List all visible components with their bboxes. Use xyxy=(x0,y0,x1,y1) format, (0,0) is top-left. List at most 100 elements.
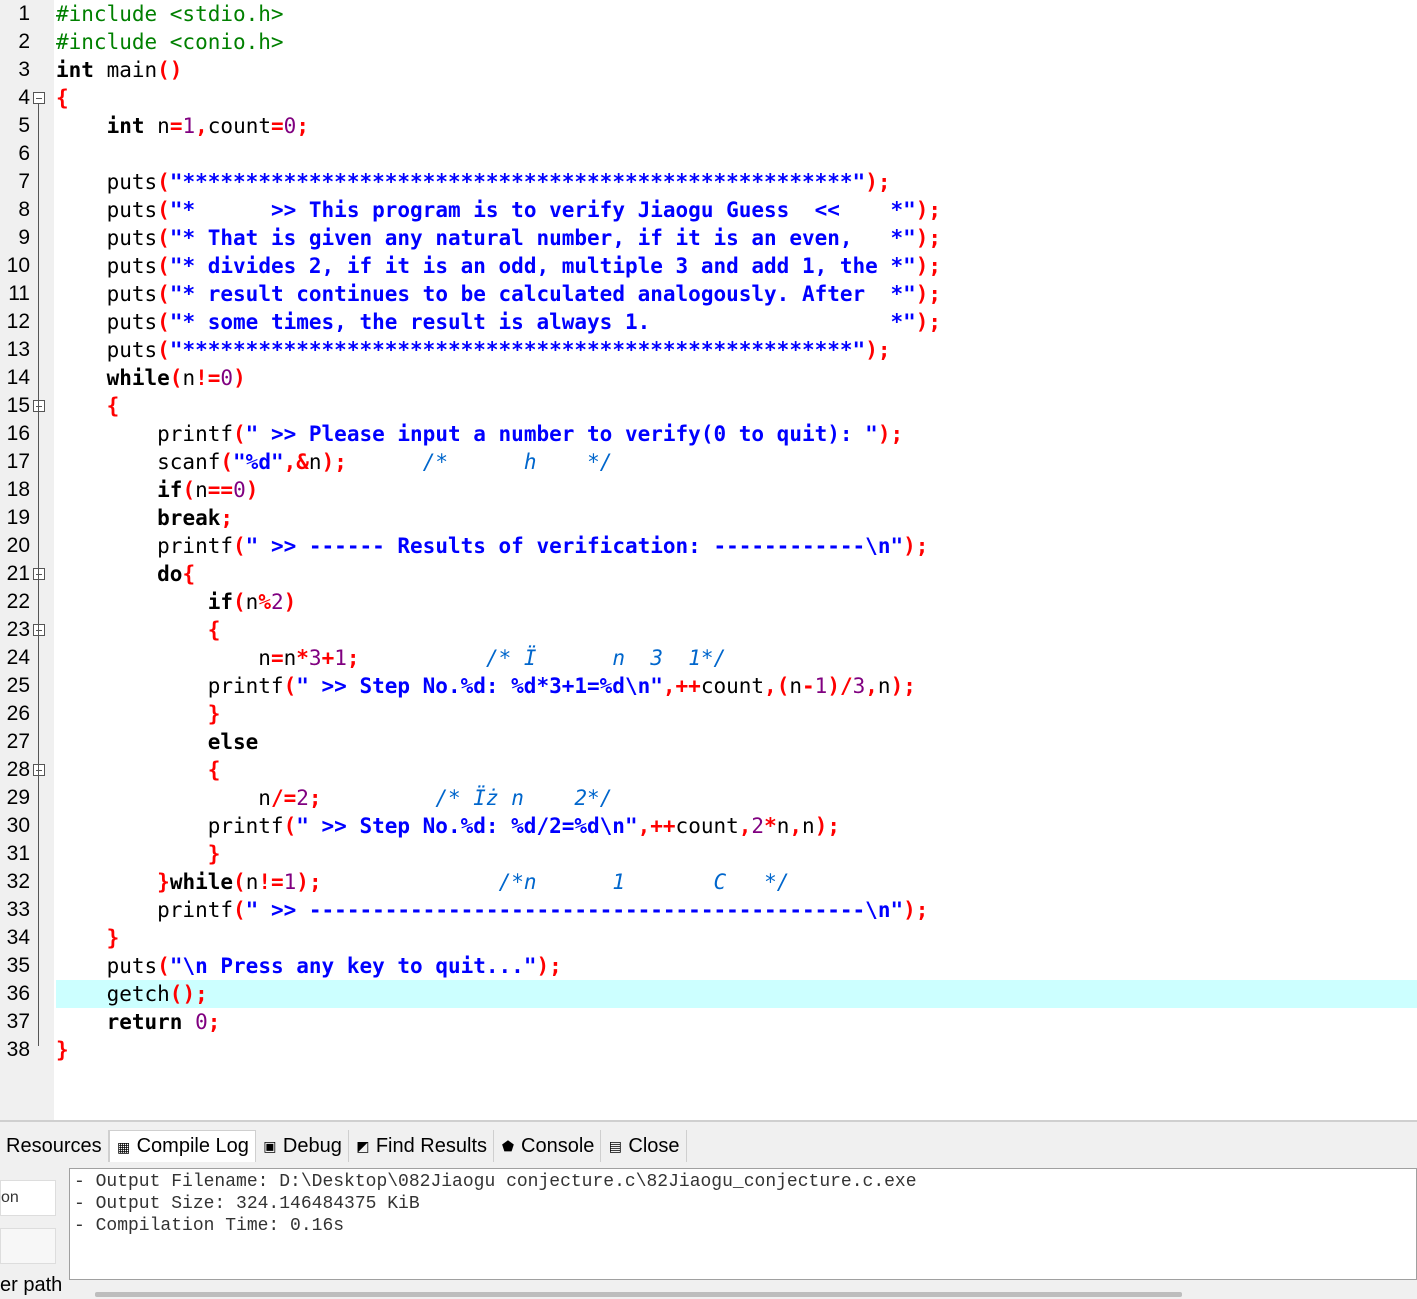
code-line[interactable]: int main() xyxy=(56,56,182,84)
code-line[interactable]: puts("* >> This program is to verify Jia… xyxy=(56,196,942,224)
tab-find-results[interactable]: ◩ Find Results xyxy=(349,1130,494,1162)
code-line[interactable]: puts("**********************************… xyxy=(56,336,891,364)
code-line[interactable]: int n=1,count=0; xyxy=(56,112,309,140)
tab-label: Console xyxy=(521,1134,595,1157)
code-token: (); xyxy=(169,982,208,1006)
code-token: ); xyxy=(296,870,322,894)
line-number: 10 xyxy=(6,254,30,277)
line-number: 16 xyxy=(6,422,30,445)
code-token: main xyxy=(93,58,158,82)
code-token: ) xyxy=(283,590,297,614)
line-number: 36 xyxy=(6,982,30,1005)
code-line[interactable]: n=n*3+1; /* Ï n 3 1*/ xyxy=(56,644,726,672)
tab-label: Close xyxy=(628,1134,680,1157)
code-token: ); xyxy=(915,310,942,334)
left-panel-field-2[interactable] xyxy=(0,1228,56,1264)
line-number: 1 xyxy=(18,2,30,25)
code-token: /= xyxy=(270,786,297,810)
code-token: ( xyxy=(233,870,246,894)
code-token: ,++ xyxy=(662,674,701,698)
code-token: n xyxy=(195,478,208,502)
code-line[interactable]: #include <conio.h> xyxy=(56,28,284,56)
code-line[interactable]: puts("* divides 2, if it is an odd, mult… xyxy=(56,252,942,280)
code-editor[interactable]: 1 2 3 4 5 6 7 8 9 10 11 12 13 14 15 16 17 18 19 20 21 22 23 24 2… xyxy=(0,0,1417,1120)
code-line[interactable]: puts("* That is given any natural number… xyxy=(56,224,942,252)
code-token: n xyxy=(56,646,271,670)
bottom-panel: Resources ▦ Compile Log ▣ Debug ◩ Find Results… xyxy=(0,1120,1417,1299)
code-line[interactable]: puts("\n Press any key to quit..."); xyxy=(56,952,562,980)
code-token: n xyxy=(283,646,297,670)
code-token: "* result continues to be calculated ana… xyxy=(169,282,916,306)
code-line[interactable]: getch(); xyxy=(56,980,208,1008)
code-token: ,( xyxy=(764,674,790,698)
code-line[interactable]: } xyxy=(56,700,221,728)
code-line[interactable]: { xyxy=(56,84,69,112)
code-line[interactable]: puts("* result continues to be calculate… xyxy=(56,280,942,308)
code-token: , xyxy=(738,814,752,838)
code-line[interactable]: else xyxy=(56,728,259,756)
code-token: ); xyxy=(915,198,942,222)
code-token: n xyxy=(776,814,790,838)
code-line[interactable]: puts("**********************************… xyxy=(56,168,891,196)
line-number: 13 xyxy=(6,338,30,361)
code-token: ; xyxy=(220,506,234,530)
code-token: = xyxy=(169,114,183,138)
code-line[interactable]: printf(" >> ------ Results of verificati… xyxy=(56,532,928,560)
code-line[interactable]: return 0; xyxy=(56,1008,221,1036)
code-line[interactable]: puts("* some times, the result is always… xyxy=(56,308,942,336)
code-line[interactable]: } xyxy=(56,924,120,952)
line-number: 14 xyxy=(6,366,30,389)
fold-toggle-icon[interactable] xyxy=(33,764,45,776)
code-token: 0 xyxy=(233,478,246,502)
compile-log-output[interactable]: - Output Filename: D:\Desktop\082Jiaogu … xyxy=(69,1168,1417,1280)
fold-toggle-icon[interactable] xyxy=(33,92,45,104)
tab-debug[interactable]: ▣ Debug xyxy=(256,1130,349,1162)
code-line[interactable]: printf(" >> ----------------------------… xyxy=(56,896,928,924)
code-line[interactable]: scanf("%d",&n); /* h */ xyxy=(56,448,612,476)
code-token: } xyxy=(56,1038,69,1062)
code-line[interactable]: } xyxy=(56,840,221,868)
code-token: 0 xyxy=(195,1010,208,1034)
code-line[interactable]: } xyxy=(56,1036,69,1064)
code-token: printf xyxy=(56,898,234,922)
code-line[interactable]: { xyxy=(56,616,221,644)
code-line[interactable]: { xyxy=(56,392,120,420)
code-line[interactable]: printf(" >> Step No.%d: %d/2=%d\n",++cou… xyxy=(56,812,840,840)
code-token: ); xyxy=(903,534,929,558)
left-panel-field[interactable]: on xyxy=(0,1180,56,1216)
fold-toggle-icon[interactable] xyxy=(33,568,45,580)
code-token: } xyxy=(157,870,170,894)
code-token: { xyxy=(207,758,221,782)
tab-resources[interactable]: Resources xyxy=(0,1130,109,1162)
fold-toggle-icon[interactable] xyxy=(33,400,45,412)
code-line[interactable]: break; xyxy=(56,504,233,532)
tab-close[interactable]: ▤ Close xyxy=(601,1130,687,1162)
code-line[interactable]: if(n%2) xyxy=(56,588,297,616)
code-token: 2 xyxy=(751,814,765,838)
code-line[interactable]: n/=2; /* Ïż n 2*/ xyxy=(56,784,612,812)
code-token: )/ xyxy=(827,674,853,698)
line-number: 28 xyxy=(6,758,30,781)
horizontal-scrollbar[interactable] xyxy=(95,1292,1182,1297)
code-token: int xyxy=(56,58,94,82)
code-line[interactable]: while(n!=0) xyxy=(56,364,246,392)
code-line[interactable]: printf(" >> Step No.%d: %d*3+1=%d\n",++c… xyxy=(56,672,916,700)
line-number: 17 xyxy=(6,450,30,473)
tab-console[interactable]: ⬟ Console xyxy=(494,1130,602,1162)
code-line[interactable]: printf(" >> Please input a number to ver… xyxy=(56,420,903,448)
code-token: puts xyxy=(56,170,158,194)
code-line[interactable]: if(n==0) xyxy=(56,476,258,504)
code-line[interactable]: #include <stdio.h> xyxy=(56,0,284,28)
code-line[interactable]: do{ xyxy=(56,560,195,588)
tab-compile-log[interactable]: ▦ Compile Log xyxy=(108,1130,256,1162)
fold-toggle-icon[interactable] xyxy=(33,624,45,636)
code-token: /* h */ xyxy=(422,450,613,474)
code-line[interactable]: }while(n!=1); /*n 1 C */ xyxy=(56,868,789,896)
code-line[interactable]: { xyxy=(56,756,221,784)
code-token: /* Ï n 3 1*/ xyxy=(485,646,727,670)
code-token: , xyxy=(789,814,803,838)
